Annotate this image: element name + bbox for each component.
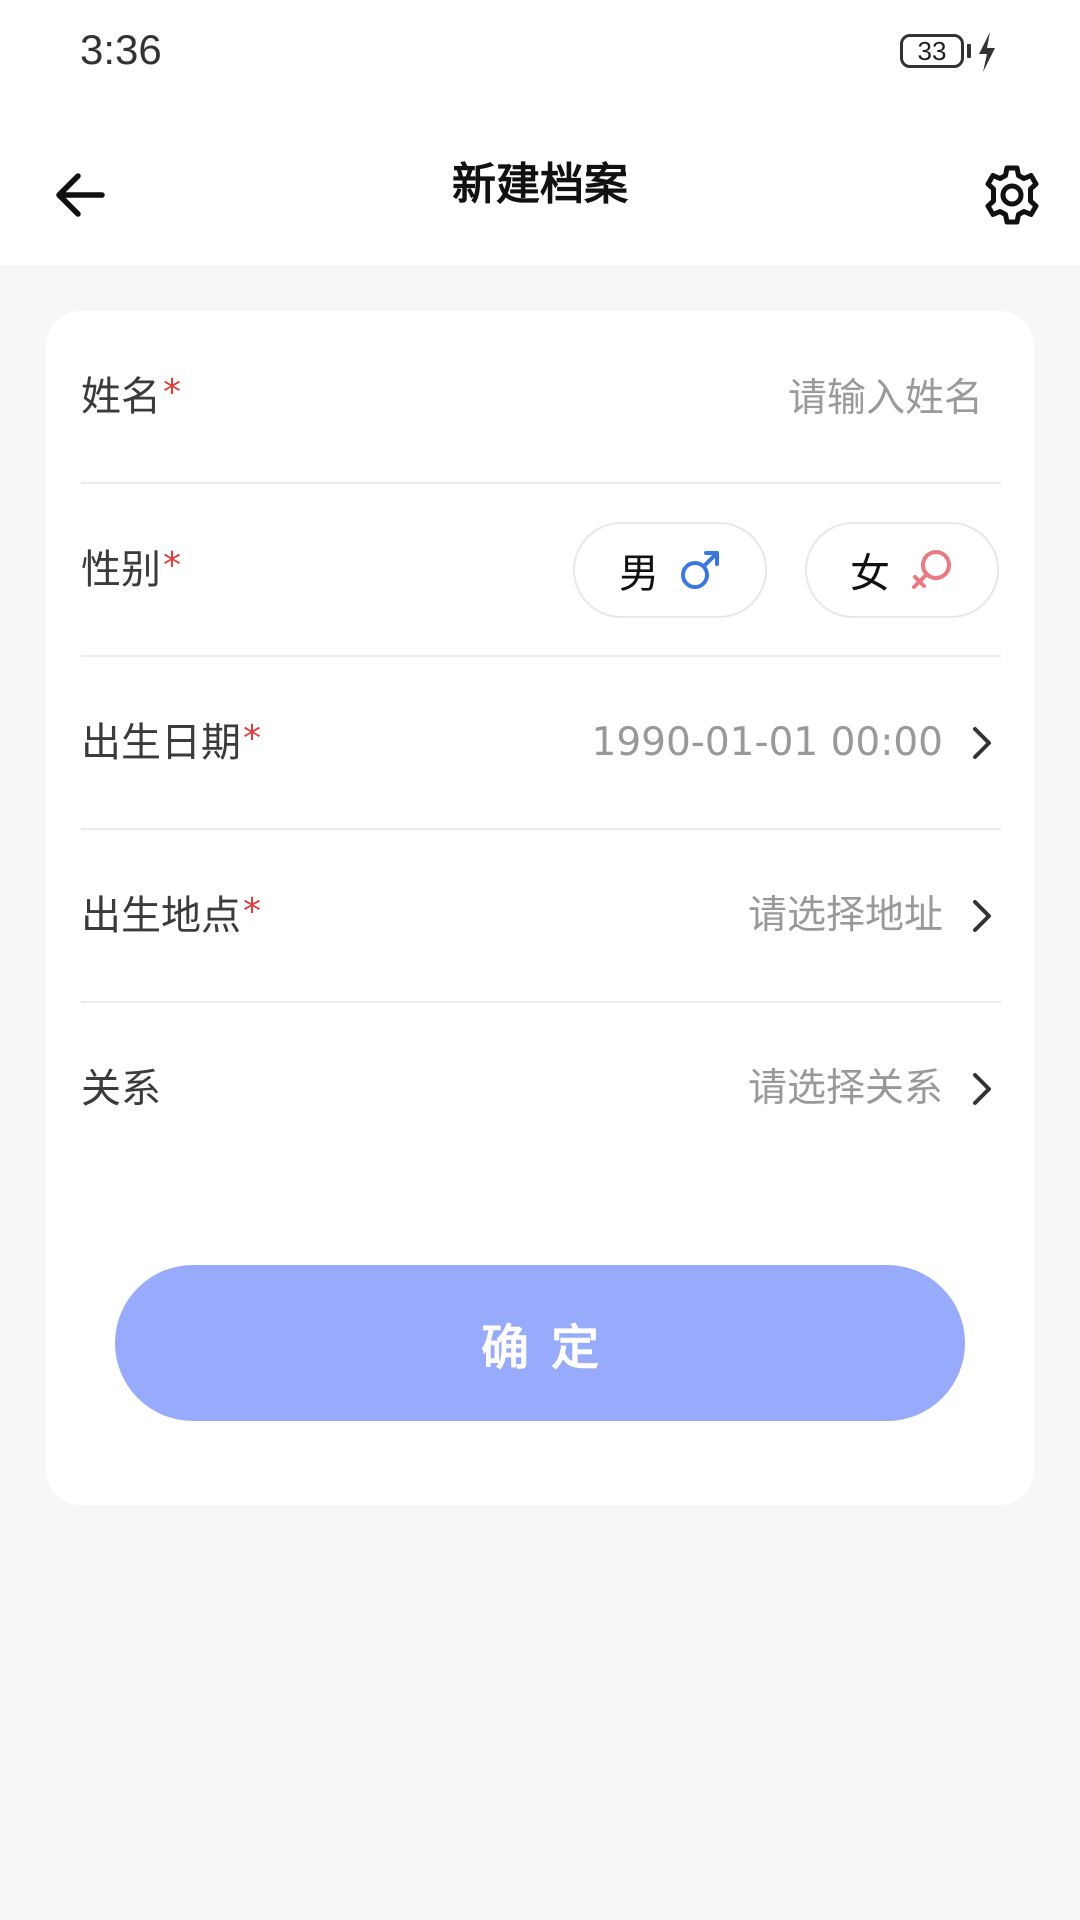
gear-icon	[985, 165, 1039, 225]
nav-bar: 新建档案	[0, 105, 1080, 265]
battery-level: 33	[917, 35, 947, 66]
confirm-button[interactable]: 确定	[115, 1265, 965, 1421]
battery-icon: 33	[900, 34, 964, 68]
name-input[interactable]	[561, 363, 985, 433]
chevron-right-icon	[973, 1073, 991, 1105]
required-mark: *	[243, 718, 261, 759]
required-mark: *	[163, 372, 181, 413]
status-bar: 3:36 33	[0, 0, 1080, 105]
female-symbol-icon	[912, 550, 951, 589]
charging-bolt-icon	[979, 32, 995, 72]
page-title: 新建档案	[452, 159, 628, 210]
gender-option-male[interactable]: 男	[573, 522, 767, 618]
gender-male-label: 男	[619, 551, 659, 597]
battery-tip	[967, 44, 971, 58]
back-button[interactable]	[40, 155, 120, 235]
profile-form-card: 姓名* 性别* 男 女 出生日期* 1990-01-01 00:00 出	[46, 311, 1034, 1505]
male-symbol-icon	[681, 551, 719, 589]
gender-label-text: 性别	[81, 547, 161, 593]
name-label-text: 姓名	[81, 374, 161, 420]
relation-placeholder: 请选择关系	[747, 1066, 943, 1111]
birth-date-label: 出生日期*	[81, 657, 261, 831]
gender-option-female[interactable]: 女	[805, 522, 999, 618]
birth-date-value: 1990-01-01 00:00	[591, 720, 943, 765]
chevron-right-icon	[973, 727, 991, 759]
status-time: 3:36	[80, 26, 162, 73]
birth-date-row[interactable]: 出生日期* 1990-01-01 00:00	[81, 657, 1001, 830]
birth-place-label: 出生地点*	[81, 830, 261, 1004]
gender-female-label: 女	[850, 551, 890, 597]
required-mark: *	[163, 545, 181, 586]
birth-place-label-text: 出生地点	[81, 893, 241, 939]
relation-row[interactable]: 关系 请选择关系	[81, 1003, 1001, 1176]
birth-place-placeholder: 请选择地址	[747, 893, 943, 938]
chevron-right-icon	[973, 900, 991, 932]
arrow-left-icon	[56, 173, 105, 217]
name-row: 姓名*	[81, 311, 1001, 484]
birth-place-row[interactable]: 出生地点* 请选择地址	[81, 830, 1001, 1003]
name-label: 姓名*	[81, 311, 181, 485]
required-mark: *	[243, 891, 261, 932]
confirm-button-label: 确定	[480, 1320, 621, 1376]
birth-date-label-text: 出生日期	[81, 720, 241, 766]
settings-button[interactable]	[968, 151, 1056, 239]
relation-label: 关系	[81, 1066, 161, 1112]
gender-row: 性别* 男 女	[81, 484, 1001, 657]
gender-label: 性别*	[81, 484, 181, 658]
